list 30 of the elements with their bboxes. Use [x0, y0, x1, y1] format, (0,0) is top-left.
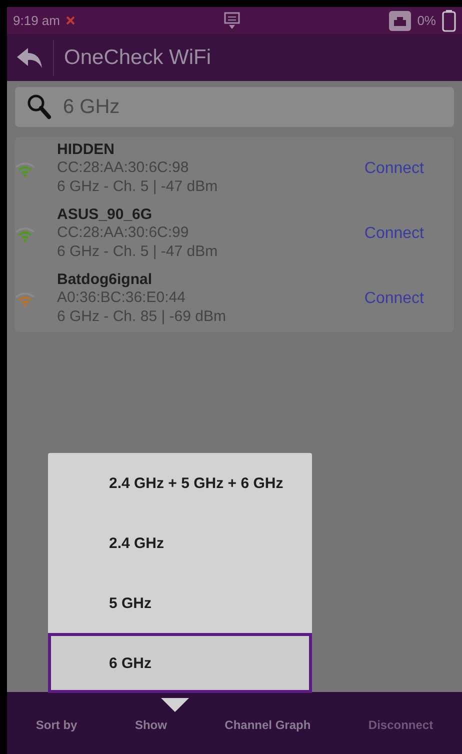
battery-percent: 0% — [417, 13, 436, 28]
bottom-bar-button[interactable]: Channel Graph — [218, 717, 317, 733]
close-icon — [66, 16, 75, 25]
search-field[interactable]: 6 GHz — [15, 87, 454, 127]
mac-address: CC:28:AA:30:6C:98 — [57, 158, 190, 177]
menu-option[interactable]: 2.4 GHz + 5 GHz + 6 GHz — [48, 453, 312, 513]
mac-address: CC:28:AA:30:6C:99 — [57, 223, 190, 242]
menu-option[interactable]: 6 GHz — [48, 633, 312, 693]
battery-icon — [442, 10, 456, 32]
connect-link[interactable]: Connect — [364, 290, 424, 308]
network-name: ASUS_90_6G — [57, 206, 154, 223]
network-details: 6 GHz - Ch. 85 | -69 dBm — [57, 307, 227, 326]
search-icon — [27, 94, 51, 120]
back-arrow-icon[interactable] — [17, 48, 43, 68]
mac-address: A0:36:BC:36:E0:44 — [57, 288, 186, 307]
network-details: 6 GHz - Ch. 5 | -47 dBm — [57, 242, 219, 261]
keyboard-icon — [224, 12, 240, 30]
app-title: OneCheck WiFi — [64, 46, 212, 70]
menu-option[interactable]: 2.4 GHz — [48, 513, 312, 573]
bottom-bar-button[interactable]: Show — [128, 717, 173, 733]
bottom-bar-button[interactable]: Sort by — [30, 717, 84, 733]
network-name: Batdog6ignal — [57, 271, 154, 288]
network-name: HIDDEN — [57, 141, 116, 158]
menu-option[interactable]: 5 GHz — [48, 573, 312, 633]
connect-link[interactable]: Connect — [364, 224, 424, 242]
connect-link[interactable]: Connect — [364, 160, 424, 178]
ethernet-icon — [389, 10, 412, 30]
status-time: 9:19 am — [13, 13, 60, 28]
menu-pointer-icon — [161, 698, 189, 712]
network-details: 6 GHz - Ch. 5 | -47 dBm — [57, 177, 219, 196]
